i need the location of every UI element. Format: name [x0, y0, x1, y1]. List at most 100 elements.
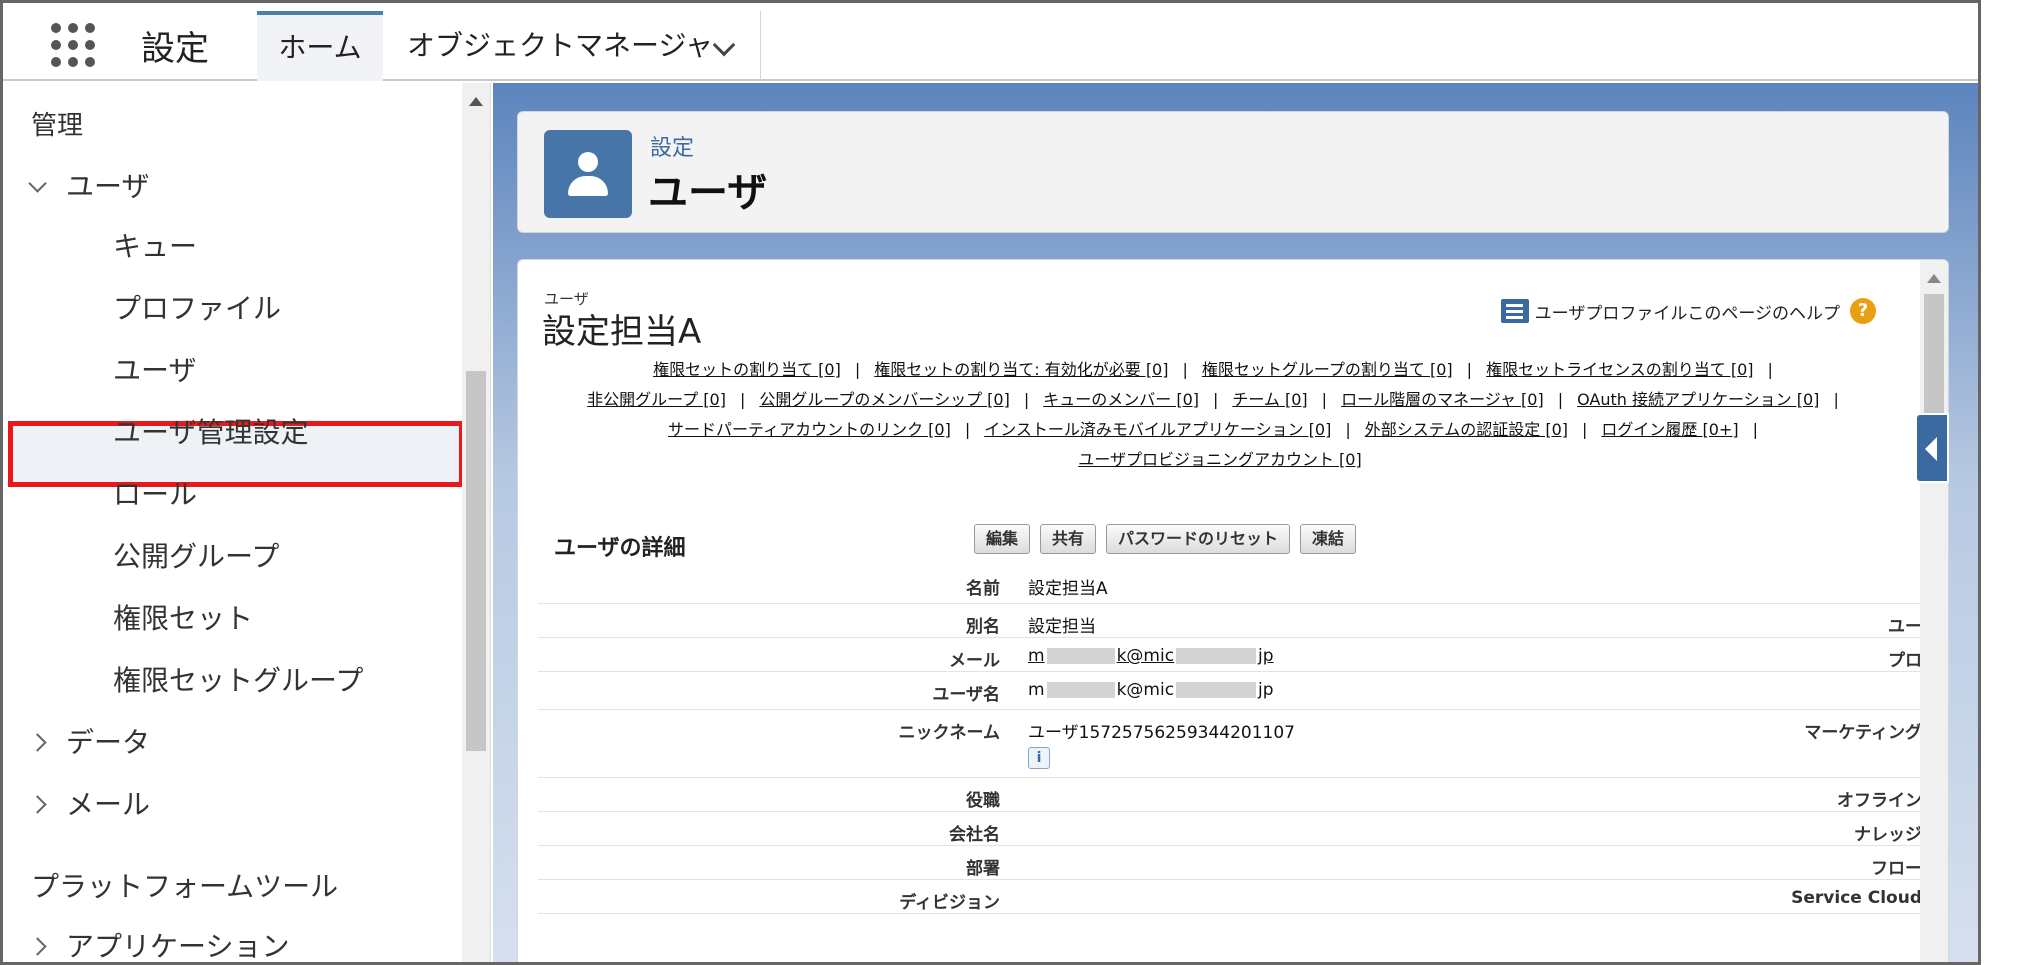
- redaction: [1176, 648, 1257, 664]
- right-column-label: ユー: [1888, 617, 1922, 637]
- field-label: 会社名: [949, 825, 1000, 845]
- scroll-up-icon[interactable]: [469, 97, 483, 106]
- info-icon[interactable]: i: [1028, 747, 1050, 769]
- related-link[interactable]: 公開グループのメンバーシップ [0]: [759, 390, 1009, 409]
- sidebar-item-user-management-settings[interactable]: ユーザ管理設定: [113, 411, 308, 451]
- user-icon: [544, 130, 632, 218]
- field-label: ニックネーム: [898, 723, 1001, 743]
- chevron-down-icon: [28, 173, 47, 193]
- related-link[interactable]: ユーザプロビジョニングアカウント [0]: [1078, 450, 1361, 469]
- app-window: 設定 ホーム オブジェクトマネージャ 管理 ユーザ キュー プロファイル ユーザ…: [0, 0, 1981, 965]
- content-scrollbar[interactable]: [1920, 260, 1948, 962]
- detail-row-department: 部署 フロー: [538, 846, 1922, 880]
- detail-row-alias: 別名 設定担当 ユー: [538, 604, 1922, 638]
- breadcrumb[interactable]: 設定: [650, 130, 694, 162]
- document-edit-icon: [1500, 299, 1529, 323]
- detail-row-email: メール m k@mic jp プロ: [538, 638, 1922, 672]
- detail-row-company: 会社名 ナレッジ: [538, 812, 1922, 846]
- field-value: 設定担当A: [1028, 579, 1108, 599]
- sidebar-item-public-groups[interactable]: 公開グループ: [113, 535, 279, 575]
- section-title: ユーザの詳細: [554, 536, 686, 561]
- tab-home[interactable]: ホーム: [257, 11, 383, 81]
- sidebar-item-roles[interactable]: ロール: [113, 473, 197, 513]
- page-title: ユーザ: [648, 170, 768, 216]
- right-column-label: オフライン: [1837, 791, 1922, 811]
- related-link[interactable]: ロール階層のマネージャ [0]: [1341, 390, 1544, 409]
- share-button[interactable]: 共有: [1040, 524, 1097, 554]
- help-link-label: ユーザプロファイルこのページのヘルプ: [1534, 303, 1840, 324]
- user-detail-frame: ユーザ 設定担当A ユーザプロファイルこのページのヘルプ ? 権限セットの割り当…: [517, 259, 1949, 962]
- help-link[interactable]: ユーザプロファイルこのページのヘルプ ?: [1500, 298, 1876, 324]
- email-link[interactable]: m k@mic jp: [1028, 646, 1274, 666]
- related-link[interactable]: 非公開グループ [0]: [587, 390, 726, 409]
- redaction: [1046, 648, 1115, 664]
- detail-row-username: ユーザ名 m k@mic jp: [538, 672, 1922, 710]
- record-title: 設定担当A: [542, 312, 702, 352]
- sidebar-item-queues[interactable]: キュー: [113, 225, 197, 265]
- related-link[interactable]: ログイン履歴 [0+]: [1601, 420, 1738, 439]
- sidebar-item-permission-set-groups[interactable]: 権限セットグループ: [113, 659, 363, 699]
- detail-row-division: ディビジョン Service Cloud: [538, 880, 1922, 914]
- related-link[interactable]: サードパーティアカウントのリンク [0]: [668, 420, 951, 439]
- related-link[interactable]: 権限セットグループの割り当て [0]: [1202, 360, 1453, 379]
- right-column-label: ナレッジ: [1854, 825, 1922, 845]
- related-list-links-line-4: ユーザプロビジョニングアカウント [0]: [518, 446, 1922, 470]
- related-link[interactable]: チーム [0]: [1232, 390, 1307, 409]
- help-icon[interactable]: ?: [1850, 298, 1876, 324]
- tab-object-manager-label: オブジェクトマネージャ: [407, 29, 714, 62]
- field-label: 名前: [966, 579, 1000, 599]
- setup-sidebar: 管理 ユーザ キュー プロファイル ユーザ ユーザ管理設定 ロール 公開グループ…: [3, 83, 491, 963]
- right-column-label: Service Cloud: [1791, 888, 1922, 908]
- edit-button[interactable]: 編集: [974, 524, 1031, 554]
- sidebar-group-apps[interactable]: アプリケーション: [28, 925, 290, 963]
- related-list-links-line-3: サードパーティアカウントのリンク [0] | インストール済みモバイルアプリケーショ…: [668, 420, 1758, 439]
- field-label: 役職: [966, 791, 1000, 811]
- detail-button-bar: 編集 共有 パスワードのリセット 凍結: [974, 524, 1357, 554]
- detail-row-nickname: ニックネーム ユーザ1572575625934420110​7 i マーケティング: [538, 710, 1922, 778]
- chevron-down-icon[interactable]: [712, 33, 736, 57]
- chevron-right-icon: [28, 732, 47, 752]
- chevron-right-icon: [28, 936, 47, 956]
- redaction: [1046, 682, 1115, 698]
- tab-object-manager[interactable]: オブジェクトマネージャ: [383, 11, 761, 81]
- related-link[interactable]: 外部システムの認証設定 [0]: [1365, 420, 1568, 439]
- field-value: ユーザ1572575625934420110​7 i: [1028, 718, 1295, 769]
- right-column-label: マーケティング: [1804, 723, 1922, 743]
- detail-row-title: 役職 オフライン: [538, 778, 1922, 812]
- related-link[interactable]: 権限セットの割り当て: 有効化が必要 [0]: [874, 360, 1168, 379]
- related-list-links-line-1: 権限セットの割り当て [0] | 権限セットの割り当て: 有効化が必要 [0] | 権限…: [653, 360, 1773, 379]
- related-link[interactable]: 権限セットライセンスの割り当て [0]: [1486, 360, 1753, 379]
- related-link[interactable]: インストール済みモバイルアプリケーション [0]: [984, 420, 1331, 439]
- sidebar-scroll-thumb[interactable]: [466, 371, 486, 751]
- right-column-label: フロー: [1871, 859, 1922, 879]
- top-bar: 設定 ホーム オブジェクトマネージャ: [3, 3, 1978, 81]
- right-column-label: プロ: [1888, 651, 1922, 671]
- scroll-up-icon[interactable]: [1927, 274, 1941, 283]
- sidebar-group-email-label: メール: [66, 788, 151, 821]
- field-label: メール: [949, 651, 1000, 671]
- field-value: m k@mic jp: [1028, 680, 1274, 700]
- field-label: 別名: [966, 617, 1000, 637]
- sidebar-group-apps-label: アプリケーション: [66, 930, 290, 963]
- sidebar-group-users[interactable]: ユーザ: [28, 165, 150, 205]
- app-title: 設定: [141, 29, 209, 69]
- field-label: 部署: [966, 859, 1000, 879]
- related-link[interactable]: キューのメンバー [0]: [1043, 390, 1199, 409]
- app-launcher-icon[interactable]: [51, 23, 95, 67]
- related-link[interactable]: 権限セットの割り当て [0]: [653, 360, 841, 379]
- freeze-button[interactable]: 凍結: [1300, 524, 1357, 554]
- sidebar-item-users[interactable]: ユーザ: [113, 349, 196, 389]
- sidebar-group-data[interactable]: データ: [28, 721, 150, 761]
- sidebar-scrollbar[interactable]: [462, 83, 490, 962]
- chevron-right-icon: [28, 794, 47, 814]
- field-label: ユーザ名: [932, 685, 1000, 705]
- related-list-links-line-2: 非公開グループ [0] | 公開グループのメンバーシップ [0] | キューのメンバー …: [587, 390, 1839, 409]
- sidebar-item-profiles[interactable]: プロファイル: [113, 287, 281, 327]
- sidebar-group-users-label: ユーザ: [66, 170, 150, 203]
- related-link[interactable]: OAuth 接続アプリケーション [0]: [1577, 390, 1819, 409]
- field-value: 設定担当: [1028, 617, 1096, 637]
- sidebar-item-permission-sets[interactable]: 権限セット: [113, 597, 253, 637]
- sidebar-group-email[interactable]: メール: [28, 783, 151, 823]
- reset-password-button[interactable]: パスワードのリセット: [1106, 524, 1291, 554]
- collapse-panel-toggle-icon[interactable]: [1915, 413, 1949, 483]
